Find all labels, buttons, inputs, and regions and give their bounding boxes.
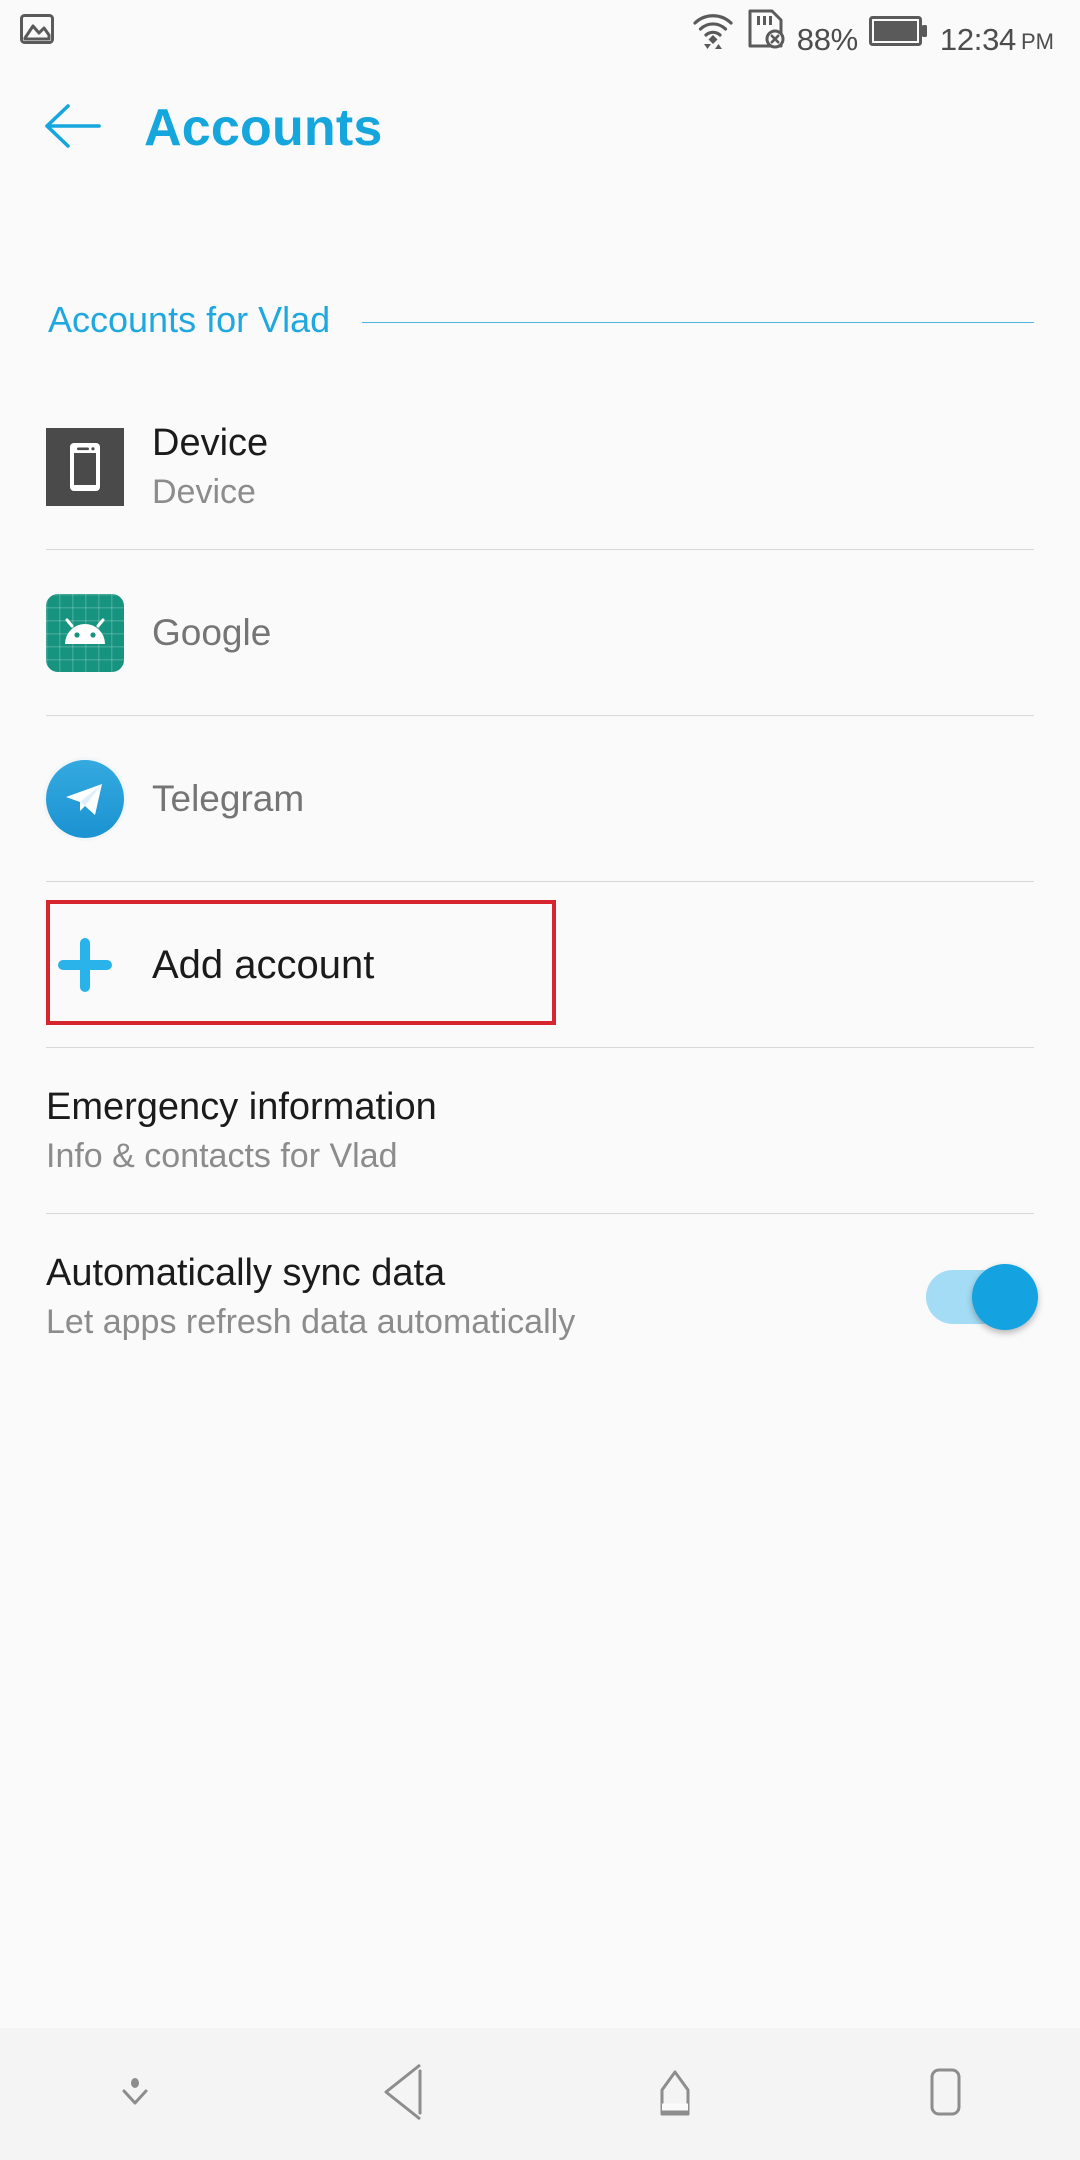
clock-time: 12:34 <box>939 21 1016 57</box>
setting-title: Automatically sync data <box>46 1252 446 1295</box>
sim-card-no-service-icon <box>746 8 786 55</box>
setting-title: Emergency information <box>46 1086 437 1129</box>
setting-texts: Automatically sync data Let apps refresh… <box>46 1251 906 1343</box>
nav-back-triangle-icon <box>378 2061 432 2128</box>
status-bar-left <box>20 13 54 49</box>
account-row-telegram[interactable]: Telegram <box>0 716 1080 882</box>
battery-percent-label: 88% <box>796 21 858 57</box>
status-bar: 88% 12:34 PM <box>0 0 1080 62</box>
account-subtitle: Google <box>152 611 272 653</box>
emergency-information-row[interactable]: Emergency information Info & contacts fo… <box>0 1048 1080 1214</box>
toggle-knob <box>972 1264 1038 1330</box>
back-button[interactable] <box>24 80 120 176</box>
status-bar-right: 88% 12:34 PM <box>691 8 1054 55</box>
app-header: Accounts <box>0 62 1080 194</box>
section-divider-rule <box>362 321 1034 323</box>
chevron-down-icon <box>112 2069 158 2120</box>
setting-subtitle: Let apps refresh data automatically <box>46 1303 576 1342</box>
plus-icon <box>46 926 124 1004</box>
nav-recents-icon <box>922 2064 968 2125</box>
account-texts: Device Device <box>152 421 1034 513</box>
battery-icon <box>868 14 929 55</box>
back-arrow-icon <box>41 103 103 154</box>
account-texts: Telegram <box>152 777 1034 821</box>
nav-back-button[interactable] <box>270 2028 540 2160</box>
setting-texts: Emergency information Info & contacts fo… <box>46 1085 1034 1177</box>
section-header-accounts: Accounts for Vlad <box>0 290 1080 350</box>
section-title: Accounts for Vlad <box>48 299 331 340</box>
telegram-icon <box>46 760 124 838</box>
clock-ampm: PM <box>1021 28 1054 54</box>
auto-sync-toggle[interactable] <box>926 1264 1038 1330</box>
account-row-google[interactable]: Google <box>0 550 1080 716</box>
nav-home-icon <box>644 2064 706 2125</box>
system-navigation-bar <box>0 2028 1080 2160</box>
auto-sync-data-row[interactable]: Automatically sync data Let apps refresh… <box>0 1214 1080 1380</box>
setting-subtitle: Info & contacts for Vlad <box>46 1137 398 1176</box>
status-bar-clock: 12:34 PM <box>940 24 1054 55</box>
image-screenshot-icon <box>20 13 54 49</box>
add-account-row[interactable]: Add account <box>0 882 1080 1048</box>
add-account-label: Add account <box>152 943 375 987</box>
nav-recents-button[interactable] <box>810 2028 1080 2160</box>
nav-hide-button[interactable] <box>0 2028 270 2160</box>
nav-home-button[interactable] <box>540 2028 810 2160</box>
android-settings-accounts-screen: 88% 12:34 PM Accounts Accounts for Vlad … <box>0 0 1080 2160</box>
account-subtitle: Device <box>152 473 256 512</box>
account-title: Device <box>152 422 269 465</box>
account-texts: Google <box>152 611 1034 655</box>
device-phone-icon <box>46 428 124 506</box>
accounts-list: Device Device Google Telegram Add accoun… <box>0 384 1080 1380</box>
account-subtitle: Telegram <box>152 777 305 819</box>
page-title: Accounts <box>144 99 383 157</box>
wifi-icon <box>691 10 735 55</box>
account-row-device[interactable]: Device Device <box>0 384 1080 550</box>
android-google-icon <box>46 594 124 672</box>
